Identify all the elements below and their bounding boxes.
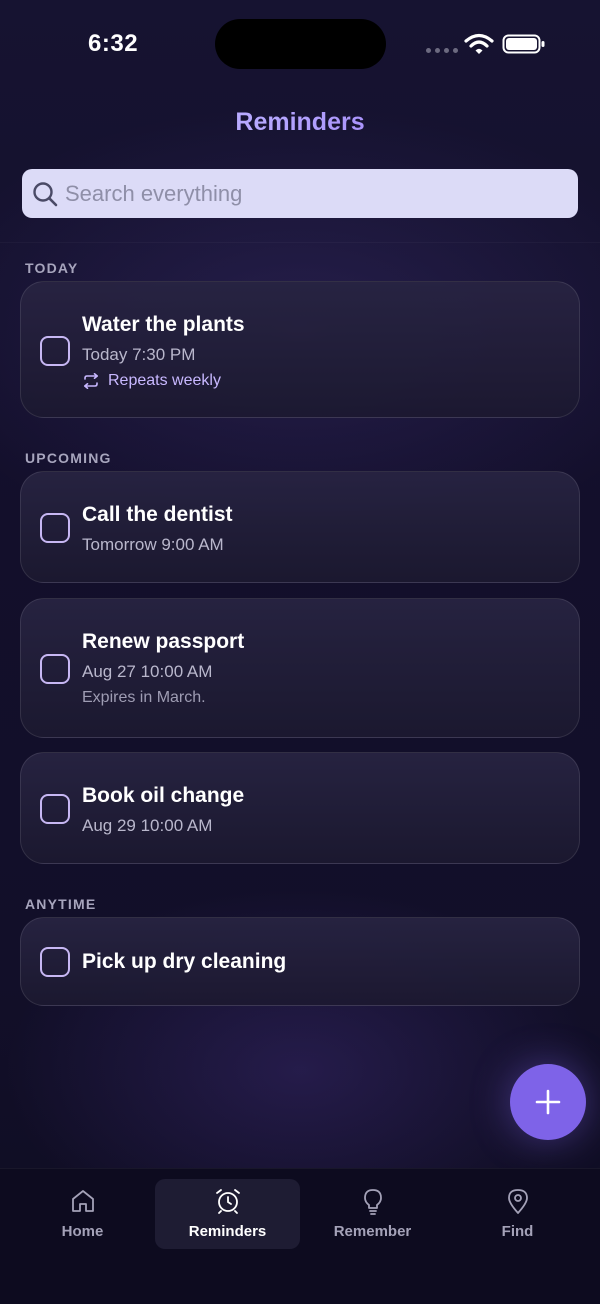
reminder-card[interactable]: Water the plants Today 7:30 PM Repeats w… [20, 281, 580, 418]
reminder-time: Aug 29 10:00 AM [82, 816, 213, 835]
tab-reminders[interactable]: Reminders [155, 1179, 300, 1249]
reminder-time: Today 7:30 PM [82, 345, 196, 364]
repeat-indicator: Repeats weekly [82, 372, 221, 390]
reminder-title: Renew passport [82, 630, 245, 653]
search-input[interactable] [63, 179, 547, 208]
reminder-title: Water the plants [82, 313, 245, 336]
tab-home[interactable]: Home [10, 1179, 155, 1249]
tab-label: Home [61, 1223, 104, 1240]
add-reminder-button[interactable] [510, 1064, 586, 1140]
reminder-title: Call the dentist [82, 503, 233, 526]
tab-label: Remember [333, 1223, 412, 1240]
section-label-today: TODAY [25, 260, 79, 276]
status-time: 6:32 [88, 30, 139, 57]
tab-label: Find [501, 1223, 534, 1240]
content-divider [0, 242, 600, 243]
dynamic-island [215, 19, 386, 69]
search-bar[interactable] [22, 169, 578, 218]
repeat-icon [84, 373, 98, 389]
reminder-card[interactable]: Renew passport Aug 27 10:00 AM Expires i… [20, 598, 580, 738]
battery-icon [502, 34, 545, 54]
alarm-clock-icon [216, 1189, 240, 1214]
tab-remember[interactable]: Remember [300, 1179, 445, 1249]
wifi-icon [464, 33, 494, 54]
tab-find[interactable]: Find [445, 1179, 590, 1249]
status-bar: 6:32 [0, 0, 600, 90]
reminder-checkbox[interactable] [40, 794, 70, 824]
cellular-signal-icon [426, 48, 458, 53]
reminder-checkbox[interactable] [40, 336, 70, 366]
reminder-checkbox[interactable] [40, 513, 70, 543]
reminder-card[interactable]: Book oil change Aug 29 10:00 AM [20, 752, 580, 864]
reminder-title: Book oil change [82, 784, 245, 807]
reminders-screen: 6:32 Reminders TODAY Water the plants To… [0, 0, 600, 1304]
search-icon [33, 181, 58, 206]
section-label-anytime: ANYTIME [25, 896, 97, 912]
reminder-title: Pick up dry cleaning [82, 950, 287, 973]
map-pin-icon [508, 1189, 528, 1214]
reminder-time: Tomorrow 9:00 AM [82, 535, 224, 554]
tab-label: Reminders [188, 1223, 267, 1240]
reminder-checkbox[interactable] [40, 947, 70, 977]
reminder-checkbox[interactable] [40, 654, 70, 684]
tab-bar: Home Reminders Remember Find [0, 1168, 600, 1304]
home-icon [72, 1190, 94, 1212]
page-title: Reminders [0, 108, 600, 137]
lightbulb-icon [364, 1189, 382, 1215]
section-label-upcoming: UPCOMING [25, 450, 112, 466]
plus-icon [535, 1089, 561, 1115]
reminder-note: Expires in March. [82, 689, 206, 706]
reminder-card[interactable]: Pick up dry cleaning [20, 917, 580, 1006]
reminder-card[interactable]: Call the dentist Tomorrow 9:00 AM [20, 471, 580, 583]
reminder-time: Aug 27 10:00 AM [82, 662, 213, 681]
repeat-label: Repeats weekly [108, 372, 221, 389]
